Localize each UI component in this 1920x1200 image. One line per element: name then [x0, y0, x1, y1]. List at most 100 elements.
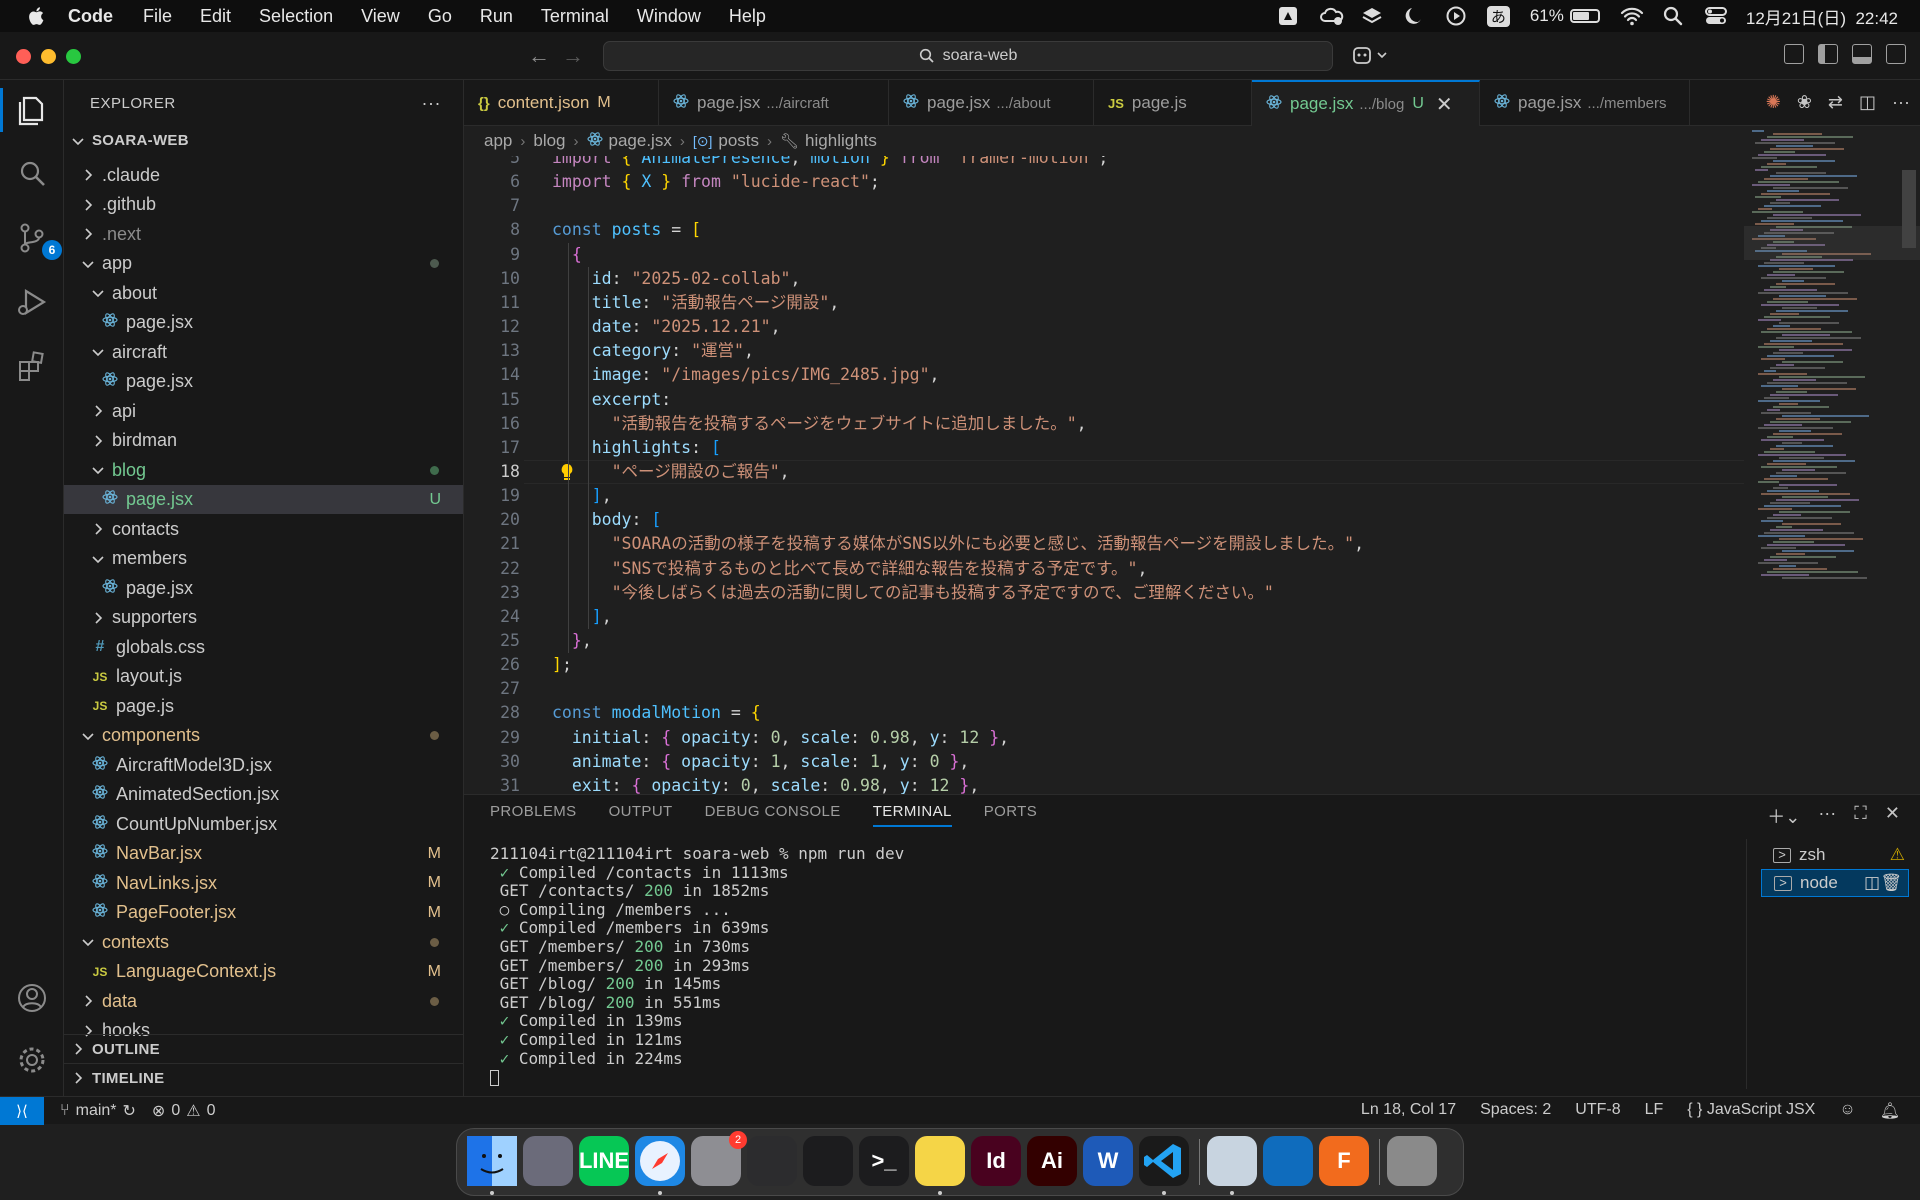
- minimap-viewport[interactable]: [1744, 226, 1920, 260]
- editor-tab-content-json[interactable]: {} content.json M: [464, 80, 659, 126]
- dock-app-word[interactable]: W: [1083, 1136, 1133, 1186]
- file-page-js[interactable]: JS page.js: [64, 692, 463, 721]
- panel-more-icon[interactable]: ···: [1818, 803, 1836, 829]
- dock-app-indesign[interactable]: Id: [971, 1136, 1021, 1186]
- copilot-icon[interactable]: [1352, 44, 1392, 68]
- editor-tab-page-js[interactable]: JS page.js: [1094, 80, 1252, 126]
- close-tab-icon[interactable]: ✕: [1436, 92, 1453, 117]
- end-of-line[interactable]: LF: [1645, 1101, 1664, 1121]
- creative-cloud-icon[interactable]: [1277, 5, 1299, 27]
- settings-gear-icon[interactable]: [14, 1042, 50, 1078]
- panel-tab-ports[interactable]: PORTS: [984, 803, 1037, 827]
- claude-icon[interactable]: ✺: [1766, 92, 1781, 113]
- dock-app-finder[interactable]: [467, 1136, 517, 1186]
- editor-tab-page-jsx----aircraft[interactable]: page.jsx .../aircraft: [659, 80, 889, 126]
- maximize-panel-icon[interactable]: ⛶: [1854, 803, 1867, 829]
- terminal-output[interactable]: 211104irt@211104irt soara-web % npm run …: [490, 844, 1690, 1087]
- editor-tab-page-jsx----blog[interactable]: page.jsx .../blog U ✕: [1252, 80, 1480, 126]
- wifi-icon[interactable]: [1620, 5, 1643, 27]
- file-page-jsx[interactable]: page.jsx: [64, 367, 463, 396]
- folder--next[interactable]: .next: [64, 220, 463, 249]
- command-center-search[interactable]: soara-web: [603, 41, 1333, 71]
- folder--claude[interactable]: .claude: [64, 161, 463, 190]
- cloud-sync-icon[interactable]: [1319, 5, 1344, 27]
- panel-tab-output[interactable]: OUTPUT: [609, 803, 673, 827]
- file-page-jsx[interactable]: page.jsx U: [64, 485, 463, 514]
- close-window-button[interactable]: [16, 49, 31, 64]
- git-branch[interactable]: ⑂ main* ↻: [60, 1101, 136, 1121]
- source-control-icon[interactable]: 6: [14, 220, 62, 260]
- spotlight-search-icon[interactable]: [1662, 5, 1684, 27]
- close-panel-icon[interactable]: ✕: [1885, 803, 1900, 829]
- file-globals-css[interactable]: # globals.css: [64, 633, 463, 662]
- folder-about[interactable]: about: [64, 279, 463, 308]
- kill-terminal-icon[interactable]: 🗑︎: [1880, 873, 1902, 893]
- dock-app-activity-monitor[interactable]: [803, 1136, 853, 1186]
- minimap[interactable]: [1744, 126, 1920, 794]
- dock-app-onedrive[interactable]: [1263, 1136, 1313, 1186]
- breadcrumb-item[interactable]: highlights: [805, 131, 877, 151]
- editor-tab-page-jsx----members[interactable]: page.jsx .../members: [1480, 80, 1690, 126]
- folder-blog[interactable]: blog: [64, 456, 463, 485]
- outline-section[interactable]: OUTLINE: [64, 1034, 463, 1063]
- lightbulb-icon[interactable]: [560, 463, 574, 481]
- file-countupnumber-jsx[interactable]: CountUpNumber.jsx: [64, 810, 463, 839]
- dock-app-notes[interactable]: [915, 1136, 965, 1186]
- terminal-instance-node[interactable]: > node ◫ 🗑︎: [1761, 869, 1909, 897]
- file-page-jsx[interactable]: page.jsx: [64, 308, 463, 337]
- dock-app-trash-icon[interactable]: [1387, 1136, 1437, 1186]
- toggle-secondary-sidebar-icon[interactable]: [1886, 44, 1906, 64]
- folder-contexts[interactable]: contexts: [64, 928, 463, 957]
- forward-arrow-icon[interactable]: →: [561, 44, 585, 68]
- folder-components[interactable]: components: [64, 721, 463, 750]
- dock-app-launchpad[interactable]: [523, 1136, 573, 1186]
- terminal-instance-zsh[interactable]: > zsh ⚠: [1761, 841, 1909, 869]
- chatgpt-icon[interactable]: ❀: [1797, 92, 1812, 113]
- toggle-panel-icon[interactable]: [1852, 44, 1872, 64]
- play-circle-icon[interactable]: [1445, 5, 1467, 27]
- more-actions-icon[interactable]: ···: [1892, 92, 1910, 113]
- menu-run[interactable]: Run: [480, 6, 513, 27]
- back-arrow-icon[interactable]: ←: [527, 44, 551, 68]
- menu-file[interactable]: File: [143, 6, 172, 27]
- folder-app[interactable]: app: [64, 249, 463, 278]
- dock-app-fusion[interactable]: F: [1319, 1136, 1369, 1186]
- layers-icon[interactable]: [1361, 5, 1383, 27]
- code-editor[interactable]: 5 import { AnimatePresence, motion } from…: [464, 156, 1744, 794]
- file-encoding[interactable]: UTF-8: [1575, 1101, 1620, 1121]
- menu-view[interactable]: View: [361, 6, 400, 27]
- copilot-status-icon[interactable]: ☺: [1839, 1101, 1855, 1121]
- editor-scrollbar-thumb[interactable]: [1902, 170, 1916, 248]
- file-navlinks-jsx[interactable]: NavLinks.jsx M: [64, 869, 463, 898]
- toggle-primary-sidebar-icon[interactable]: [1818, 44, 1838, 64]
- battery-indicator[interactable]: 61%: [1530, 6, 1600, 26]
- folder-contacts[interactable]: contacts: [64, 515, 463, 544]
- breadcrumb-item[interactable]: blog: [533, 131, 565, 151]
- run-debug-icon[interactable]: [14, 284, 50, 320]
- editor-tab-page-jsx----about[interactable]: page.jsx .../about: [889, 80, 1094, 126]
- file-languagecontext-js[interactable]: JS LanguageContext.js M: [64, 957, 463, 986]
- file-pagefooter-jsx[interactable]: PageFooter.jsx M: [64, 898, 463, 927]
- file-page-jsx[interactable]: page.jsx: [64, 574, 463, 603]
- dock-app-illustrator[interactable]: Ai: [1027, 1136, 1077, 1186]
- indentation[interactable]: Spaces: 2: [1480, 1101, 1551, 1121]
- menu-window[interactable]: Window: [637, 6, 701, 27]
- customize-layout-icon[interactable]: [1784, 44, 1804, 64]
- dock-app-mission-control[interactable]: [747, 1136, 797, 1186]
- explorer-more-actions[interactable]: ···: [422, 93, 441, 114]
- dock-app-preview[interactable]: [1207, 1136, 1257, 1186]
- compare-changes-icon[interactable]: ⇄: [1828, 92, 1843, 113]
- folder-birdman[interactable]: birdman: [64, 426, 463, 455]
- menu-help[interactable]: Help: [729, 6, 766, 27]
- split-terminal-icon[interactable]: ◫: [1864, 873, 1880, 893]
- folder-data[interactable]: data: [64, 987, 463, 1016]
- remote-indicator-icon[interactable]: ⟩⟨: [0, 1096, 44, 1125]
- file-navbar-jsx[interactable]: NavBar.jsx M: [64, 839, 463, 868]
- explorer-root-folder[interactable]: SOARA-WEB: [64, 126, 463, 155]
- moon-icon[interactable]: [1403, 5, 1425, 27]
- folder-aircraft[interactable]: aircraft: [64, 338, 463, 367]
- menu-edit[interactable]: Edit: [200, 6, 231, 27]
- file-aircraftmodel3d-jsx[interactable]: AircraftModel3D.jsx: [64, 751, 463, 780]
- explorer-icon[interactable]: [14, 92, 50, 128]
- zoom-window-button[interactable]: [66, 49, 81, 64]
